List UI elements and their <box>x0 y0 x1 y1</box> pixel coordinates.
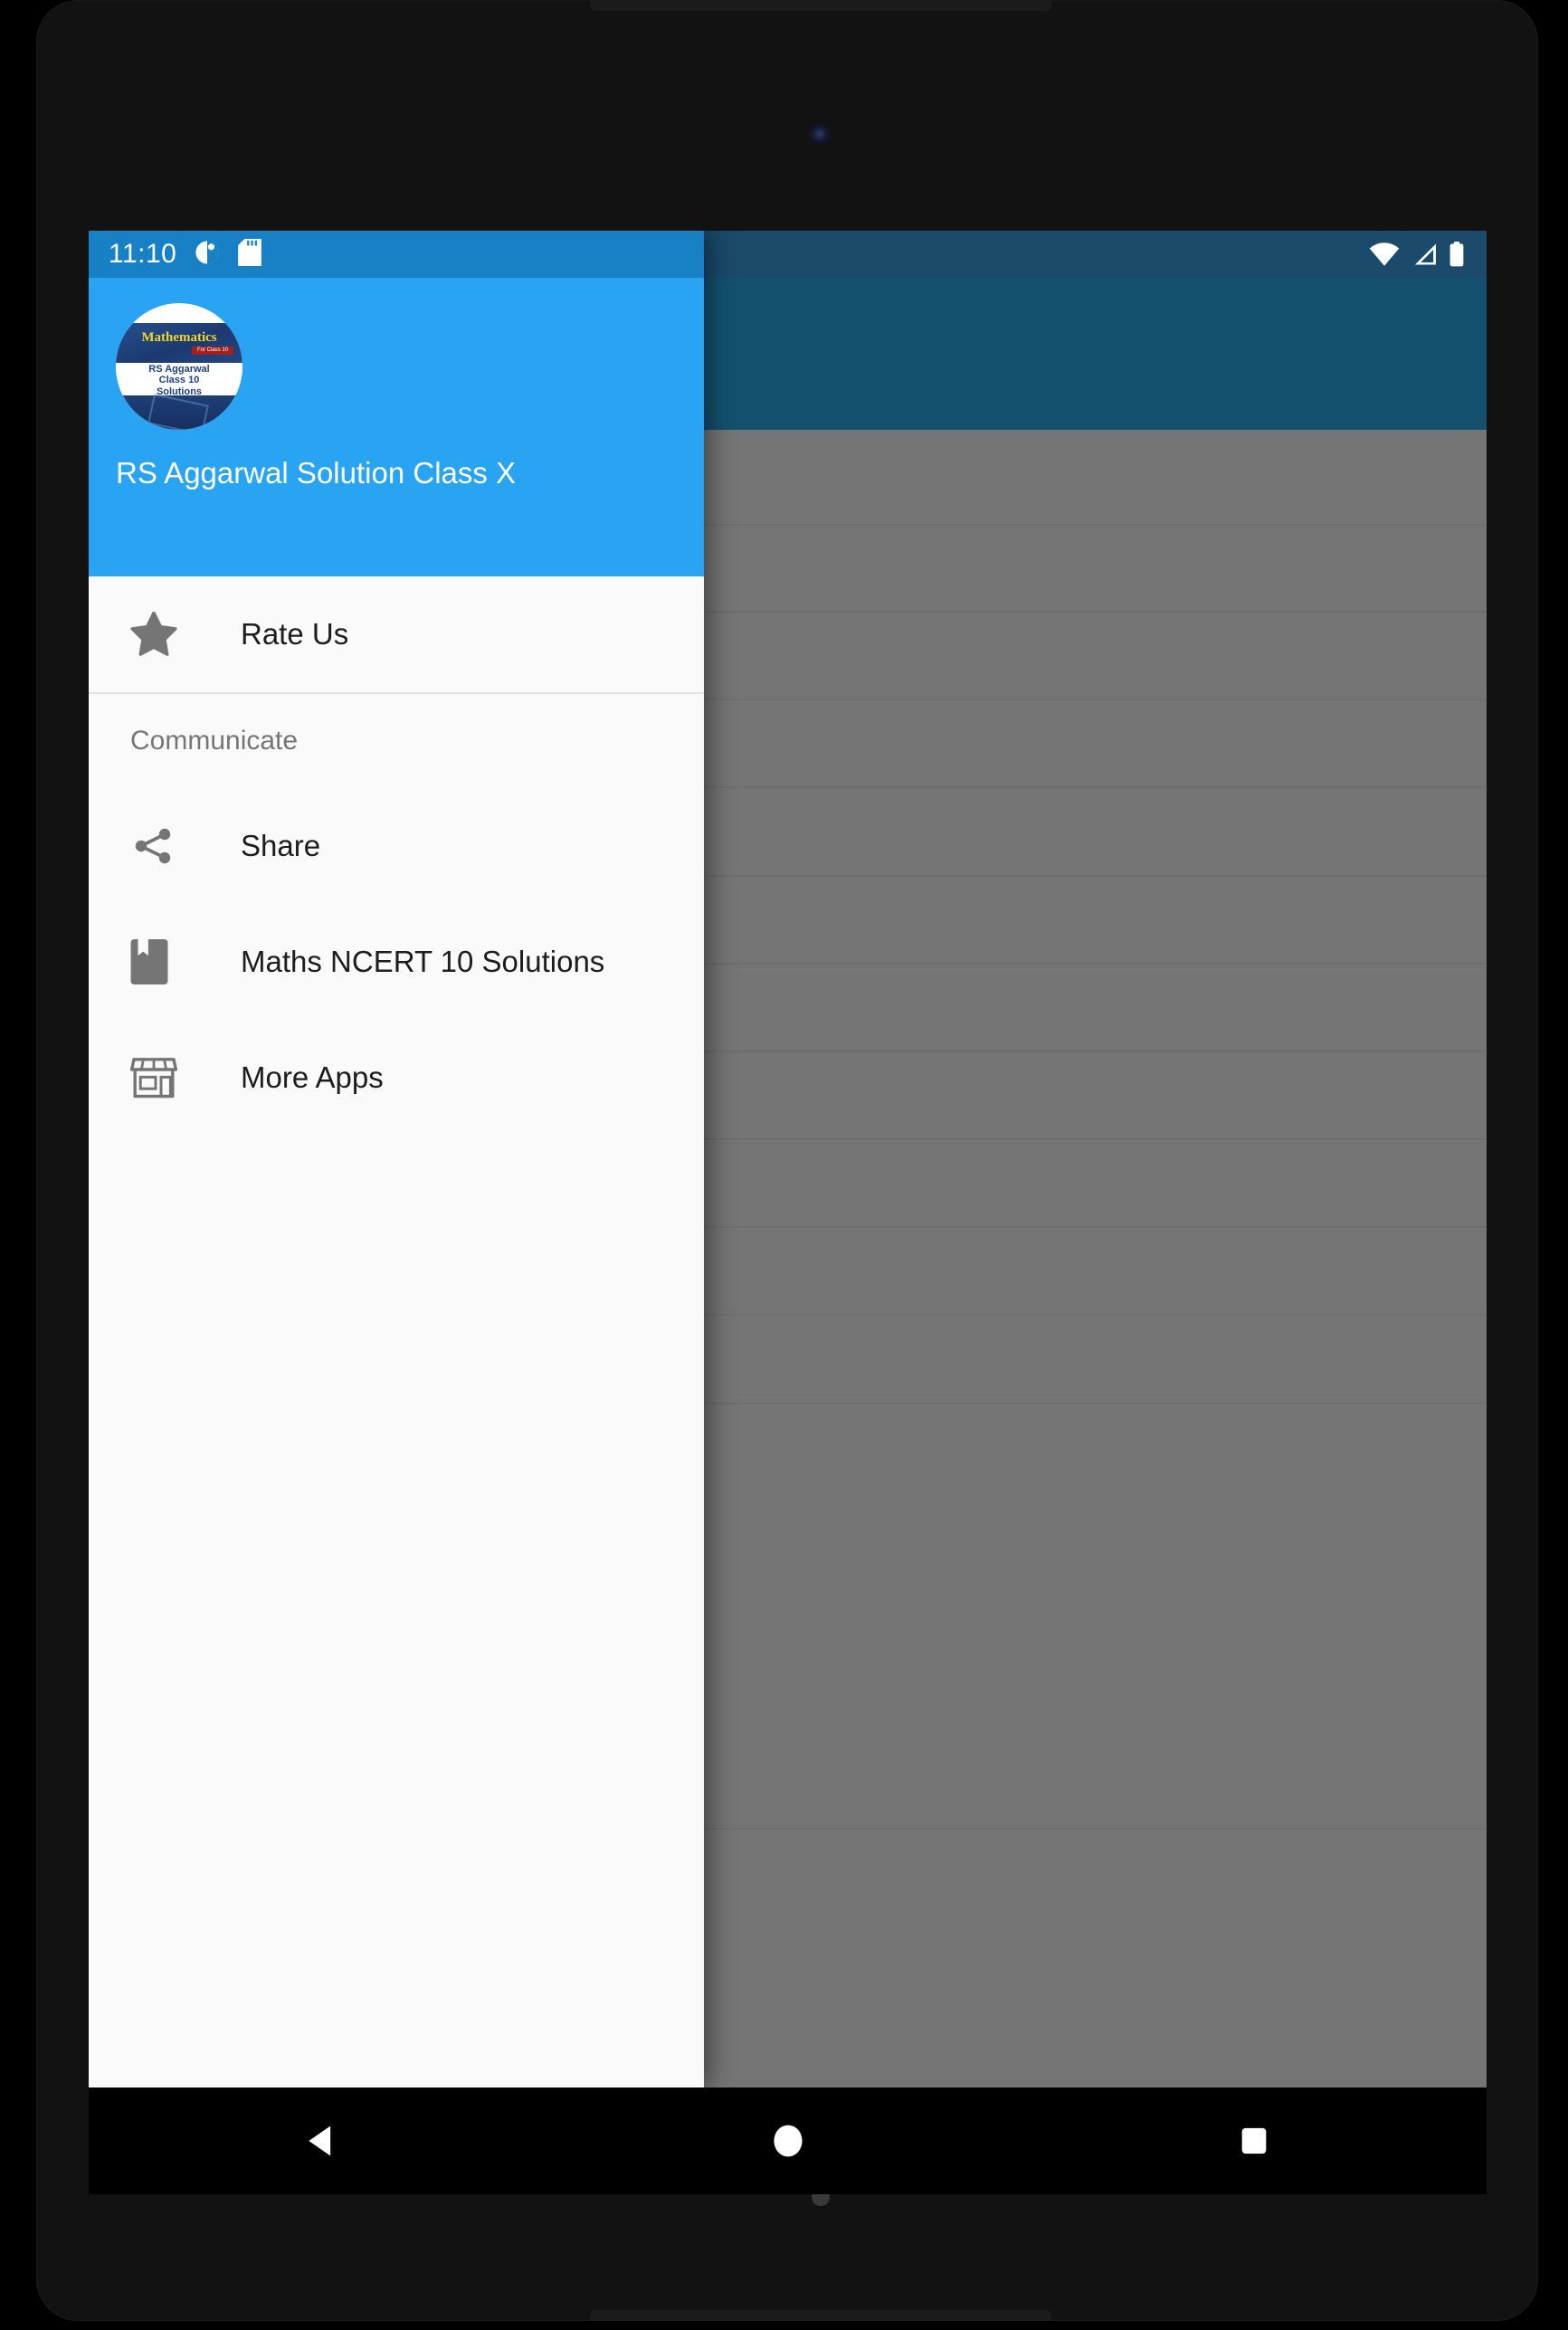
status-bar-clock: 11:10 <box>109 239 177 269</box>
drawer-body: Rate Us Communicate Share Maths NCERT 10… <box>89 576 704 2087</box>
drawer-item-label: Share <box>241 829 321 862</box>
battery-icon <box>1449 242 1465 267</box>
star-icon <box>130 612 190 657</box>
navigation-drawer: 11:10 Mathematics For Class 10 RS Aggarw… <box>89 231 704 2087</box>
logo-badge: For Class 10 <box>191 347 233 355</box>
home-button[interactable] <box>716 2087 860 2194</box>
front-camera-icon <box>808 122 832 146</box>
cellular-signal-icon <box>1411 243 1438 266</box>
drawer-item-label: Maths NCERT 10 Solutions <box>241 945 605 978</box>
logo-banner: Mathematics For Class 10 <box>116 323 242 363</box>
book-bookmark-icon <box>130 939 190 984</box>
drawer-item-label: More Apps <box>241 1060 384 1094</box>
drawer-status-bar: 11:10 <box>89 231 704 278</box>
app-logo: Mathematics For Class 10 RS Aggarwal Cla… <box>116 303 242 430</box>
drawer-header: Mathematics For Class 10 RS Aggarwal Cla… <box>89 278 704 576</box>
back-button[interactable] <box>250 2087 394 2194</box>
android-nav-bar <box>89 2087 1487 2194</box>
logo-caption-line2: Class 10 <box>158 375 200 386</box>
drawer-section-header: Communicate <box>89 694 704 788</box>
drawer-item-label: Rate Us <box>241 617 349 651</box>
do-not-disturb-icon <box>195 240 220 270</box>
device-frame: glesulative Frequency Graph and Ogive X <box>36 0 1538 2321</box>
drawer-empty-space <box>89 1136 704 2087</box>
drawer-item-share[interactable]: Share <box>89 788 704 904</box>
share-icon <box>130 824 190 868</box>
drawer-title: RS Aggarwal Solution Class X <box>116 456 517 490</box>
bottom-speaker-slot <box>590 2310 1051 2321</box>
logo-caption: RS Aggarwal Class 10 Solutions <box>116 363 242 397</box>
drawer-item-rate-us[interactable]: Rate Us <box>89 576 704 692</box>
drawer-item-more-apps[interactable]: More Apps <box>89 1020 704 1136</box>
logo-word: Mathematics <box>141 330 217 346</box>
device-screen: glesulative Frequency Graph and Ogive X <box>89 231 1487 2087</box>
app-root: glesulative Frequency Graph and Ogive X <box>89 231 1487 2087</box>
store-icon <box>130 1057 190 1098</box>
drawer-item-maths-ncert-10-solutions[interactable]: Maths NCERT 10 Solutions <box>89 904 704 1020</box>
recents-button[interactable] <box>1182 2087 1326 2194</box>
logo-caption-line1: RS Aggarwal <box>148 364 210 375</box>
logo-footer <box>116 395 242 430</box>
top-speaker-slot <box>590 0 1051 11</box>
wifi-icon <box>1369 243 1400 266</box>
sd-card-icon <box>238 238 262 271</box>
